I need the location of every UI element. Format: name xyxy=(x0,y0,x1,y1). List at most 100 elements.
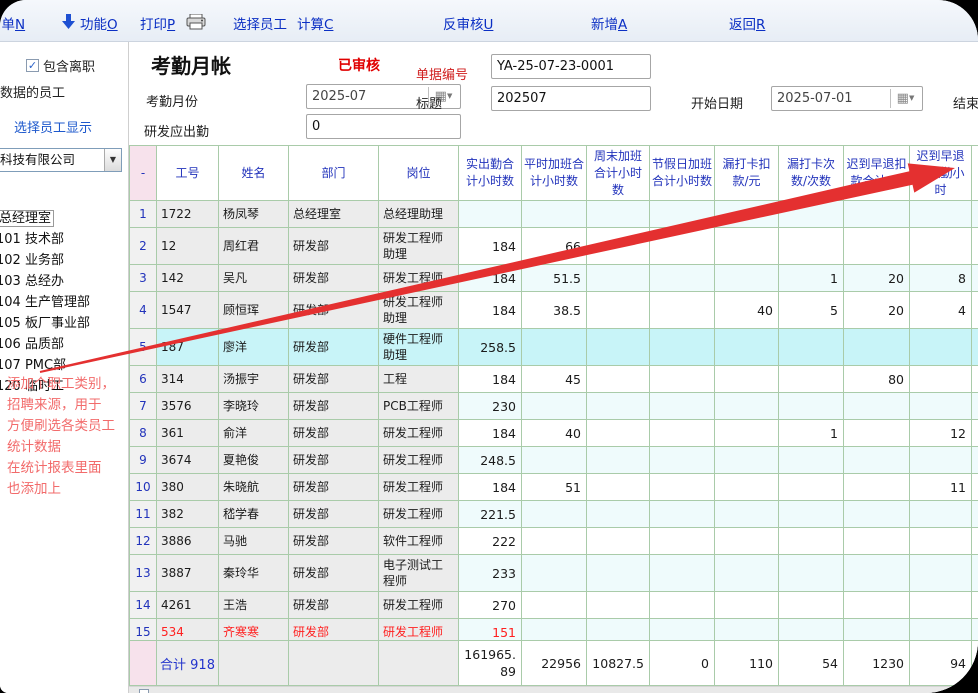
value-cell[interactable] xyxy=(587,329,650,366)
value-cell[interactable]: 38.5 xyxy=(522,292,587,329)
employee-name-cell[interactable]: 吴凡 xyxy=(219,265,289,292)
value-cell[interactable] xyxy=(844,619,910,641)
table-row[interactable]: 3142吴凡研发部研发工程师18451.51208 xyxy=(130,265,978,292)
value-cell[interactable] xyxy=(844,329,910,366)
value-cell[interactable] xyxy=(715,329,779,366)
position-cell[interactable]: 研发工程师 xyxy=(379,447,459,474)
department-item[interactable]: 107 PMC部 xyxy=(0,355,128,376)
employee-id-cell[interactable]: 4261 xyxy=(157,592,219,619)
department-item[interactable]: 102 业务部 xyxy=(0,250,128,271)
value-cell[interactable]: 40 xyxy=(715,292,779,329)
value-cell[interactable] xyxy=(910,447,972,474)
value-cell[interactable] xyxy=(587,592,650,619)
department-cell[interactable]: 研发部 xyxy=(289,292,379,329)
value-cell[interactable]: 184 xyxy=(459,366,522,393)
value-cell[interactable] xyxy=(844,393,910,420)
value-cell[interactable] xyxy=(910,528,972,555)
employee-name-cell[interactable]: 夏艳俊 xyxy=(219,447,289,474)
value-cell[interactable] xyxy=(972,201,978,228)
value-cell[interactable] xyxy=(650,228,715,265)
row-number-cell[interactable]: 12 xyxy=(130,528,157,555)
row-number-cell[interactable]: 4 xyxy=(130,292,157,329)
row-number-cell[interactable]: 15 xyxy=(130,619,157,641)
position-cell[interactable]: 硬件工程师助理 xyxy=(379,329,459,366)
value-cell[interactable] xyxy=(844,555,910,592)
department-item[interactable]: 104 生产管理部 xyxy=(0,292,128,313)
value-cell[interactable] xyxy=(844,474,910,501)
table-row[interactable]: 212周红君研发部研发工程师助理18466 xyxy=(130,228,978,265)
value-cell[interactable] xyxy=(587,228,650,265)
value-cell[interactable] xyxy=(972,420,978,447)
department-cell[interactable]: 研发部 xyxy=(289,555,379,592)
value-cell[interactable]: 248.5 xyxy=(459,447,522,474)
value-cell[interactable] xyxy=(587,393,650,420)
value-cell[interactable] xyxy=(715,420,779,447)
employee-id-cell[interactable]: 3576 xyxy=(157,393,219,420)
value-cell[interactable] xyxy=(844,501,910,528)
value-cell[interactable]: 12 xyxy=(910,420,972,447)
position-cell[interactable]: 研发工程师助理 xyxy=(379,228,459,265)
value-cell[interactable] xyxy=(715,265,779,292)
table-row[interactable]: 144261王浩研发部研发工程师270 xyxy=(130,592,978,619)
value-cell[interactable] xyxy=(715,393,779,420)
position-cell[interactable]: 研发工程师 xyxy=(379,420,459,447)
department-item[interactable]: 103 总经办 xyxy=(0,271,128,292)
value-cell[interactable]: 45 xyxy=(522,366,587,393)
value-cell[interactable] xyxy=(844,592,910,619)
value-cell[interactable] xyxy=(844,447,910,474)
value-cell[interactable]: 80 xyxy=(844,366,910,393)
employee-name-cell[interactable]: 廖洋 xyxy=(219,329,289,366)
employee-id-cell[interactable]: 314 xyxy=(157,366,219,393)
value-cell[interactable] xyxy=(844,528,910,555)
table-row[interactable]: 41547顾恒珲研发部研发工程师助理18438.5405204 xyxy=(130,292,978,329)
value-cell[interactable] xyxy=(522,201,587,228)
row-number-cell[interactable]: 1 xyxy=(130,201,157,228)
value-cell[interactable] xyxy=(910,201,972,228)
table-row[interactable]: 5187廖洋研发部硬件工程师助理258.5 xyxy=(130,329,978,366)
employee-id-cell[interactable]: 3887 xyxy=(157,555,219,592)
value-cell[interactable] xyxy=(522,501,587,528)
value-cell[interactable] xyxy=(650,201,715,228)
employee-name-cell[interactable]: 周红君 xyxy=(219,228,289,265)
value-cell[interactable]: 222 xyxy=(459,528,522,555)
value-cell[interactable]: 184 xyxy=(459,420,522,447)
value-cell[interactable] xyxy=(844,420,910,447)
value-cell[interactable]: 221.5 xyxy=(459,501,522,528)
value-cell[interactable] xyxy=(587,555,650,592)
position-cell[interactable]: 研发工程师 xyxy=(379,501,459,528)
table-row[interactable]: 133887秦玲华研发部电子测试工程师233 xyxy=(130,555,978,592)
table-row[interactable]: 6314汤振宇研发部工程1844580 xyxy=(130,366,978,393)
value-cell[interactable] xyxy=(779,447,844,474)
value-cell[interactable] xyxy=(522,619,587,641)
employee-name-cell[interactable]: 嵇学春 xyxy=(219,501,289,528)
value-cell[interactable] xyxy=(587,420,650,447)
start-date-input[interactable]: 2025-07-01 ▦▼ xyxy=(771,86,923,111)
row-number-cell[interactable]: 2 xyxy=(130,228,157,265)
value-cell[interactable]: 233 xyxy=(459,555,522,592)
position-cell[interactable]: 工程 xyxy=(379,366,459,393)
value-cell[interactable] xyxy=(972,528,978,555)
row-number-cell[interactable]: 3 xyxy=(130,265,157,292)
employee-name-cell[interactable]: 杨凤琴 xyxy=(219,201,289,228)
value-cell[interactable] xyxy=(715,619,779,641)
value-cell[interactable] xyxy=(715,555,779,592)
horizontal-scrollbar[interactable] xyxy=(129,686,978,693)
value-cell[interactable] xyxy=(522,592,587,619)
value-cell[interactable] xyxy=(650,619,715,641)
value-cell[interactable] xyxy=(650,447,715,474)
employee-name-cell[interactable]: 俞洋 xyxy=(219,420,289,447)
position-cell[interactable]: 研发工程师 xyxy=(379,265,459,292)
value-cell[interactable] xyxy=(910,393,972,420)
department-cell[interactable]: 研发部 xyxy=(289,329,379,366)
employee-name-cell[interactable]: 马驰 xyxy=(219,528,289,555)
value-cell[interactable] xyxy=(522,393,587,420)
title-input[interactable]: 202507 xyxy=(491,86,651,111)
employee-id-cell[interactable]: 380 xyxy=(157,474,219,501)
value-cell[interactable] xyxy=(459,201,522,228)
value-cell[interactable] xyxy=(522,329,587,366)
value-cell[interactable] xyxy=(587,201,650,228)
value-cell[interactable]: 20 xyxy=(844,265,910,292)
value-cell[interactable] xyxy=(715,528,779,555)
value-cell[interactable] xyxy=(522,528,587,555)
value-cell[interactable] xyxy=(715,366,779,393)
